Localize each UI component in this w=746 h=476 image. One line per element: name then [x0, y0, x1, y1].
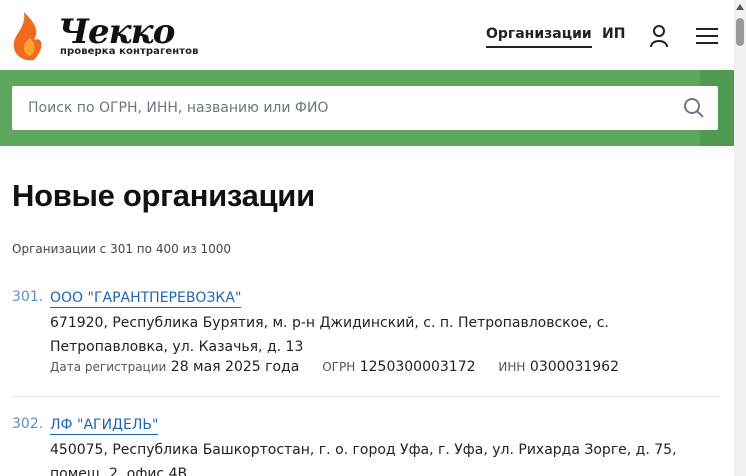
nav-ip[interactable]: ИП	[602, 26, 625, 42]
company-meta: Дата регистрации 28 мая 2025 года ОГРН 1…	[50, 359, 619, 375]
search-icon[interactable]	[683, 97, 705, 119]
reg-date-label: Дата регистрации	[50, 360, 167, 374]
item-number: 301.	[12, 289, 44, 305]
ogrn-value: 1250300003172	[359, 359, 476, 375]
company-link[interactable]: ООО "ГАРАНТПЕРЕВОЗКА"	[50, 289, 242, 308]
inn-value: 0300031962	[529, 359, 619, 375]
user-icon[interactable]	[647, 24, 671, 48]
list-divider	[12, 396, 719, 397]
search-band	[0, 70, 734, 146]
scroll-thumb[interactable]	[736, 18, 744, 46]
flame-logo-icon	[13, 12, 42, 61]
nav-organizations[interactable]: Организации	[486, 26, 592, 48]
site-header: Чекко проверка контрагентов Организации …	[0, 0, 746, 70]
ogrn-label: ОГРН	[322, 360, 356, 374]
item-number: 302.	[12, 416, 44, 432]
company-address: 671920, Республика Бурятия, м. р-н Джиди…	[50, 315, 609, 355]
company-link[interactable]: ЛФ "АГИДЕЛЬ"	[50, 416, 159, 435]
search-input[interactable]	[28, 86, 668, 130]
company-address: 450075, Республика Башкортостан, г. о. г…	[50, 442, 677, 476]
site-logo[interactable]: Чекко проверка контрагентов	[10, 10, 200, 62]
scroll-up-icon[interactable]	[736, 4, 744, 10]
page-scrollbar[interactable]	[734, 0, 746, 476]
pagination-range: Организации с 301 по 400 из 1000	[12, 242, 232, 256]
inn-label: ИНН	[498, 360, 526, 374]
page-title: Новые организации	[12, 178, 315, 213]
menu-icon[interactable]	[696, 27, 718, 45]
logo-tagline: проверка контрагентов	[60, 46, 199, 57]
search-box[interactable]	[12, 86, 718, 130]
reg-date-value: 28 мая 2025 года	[170, 359, 300, 375]
